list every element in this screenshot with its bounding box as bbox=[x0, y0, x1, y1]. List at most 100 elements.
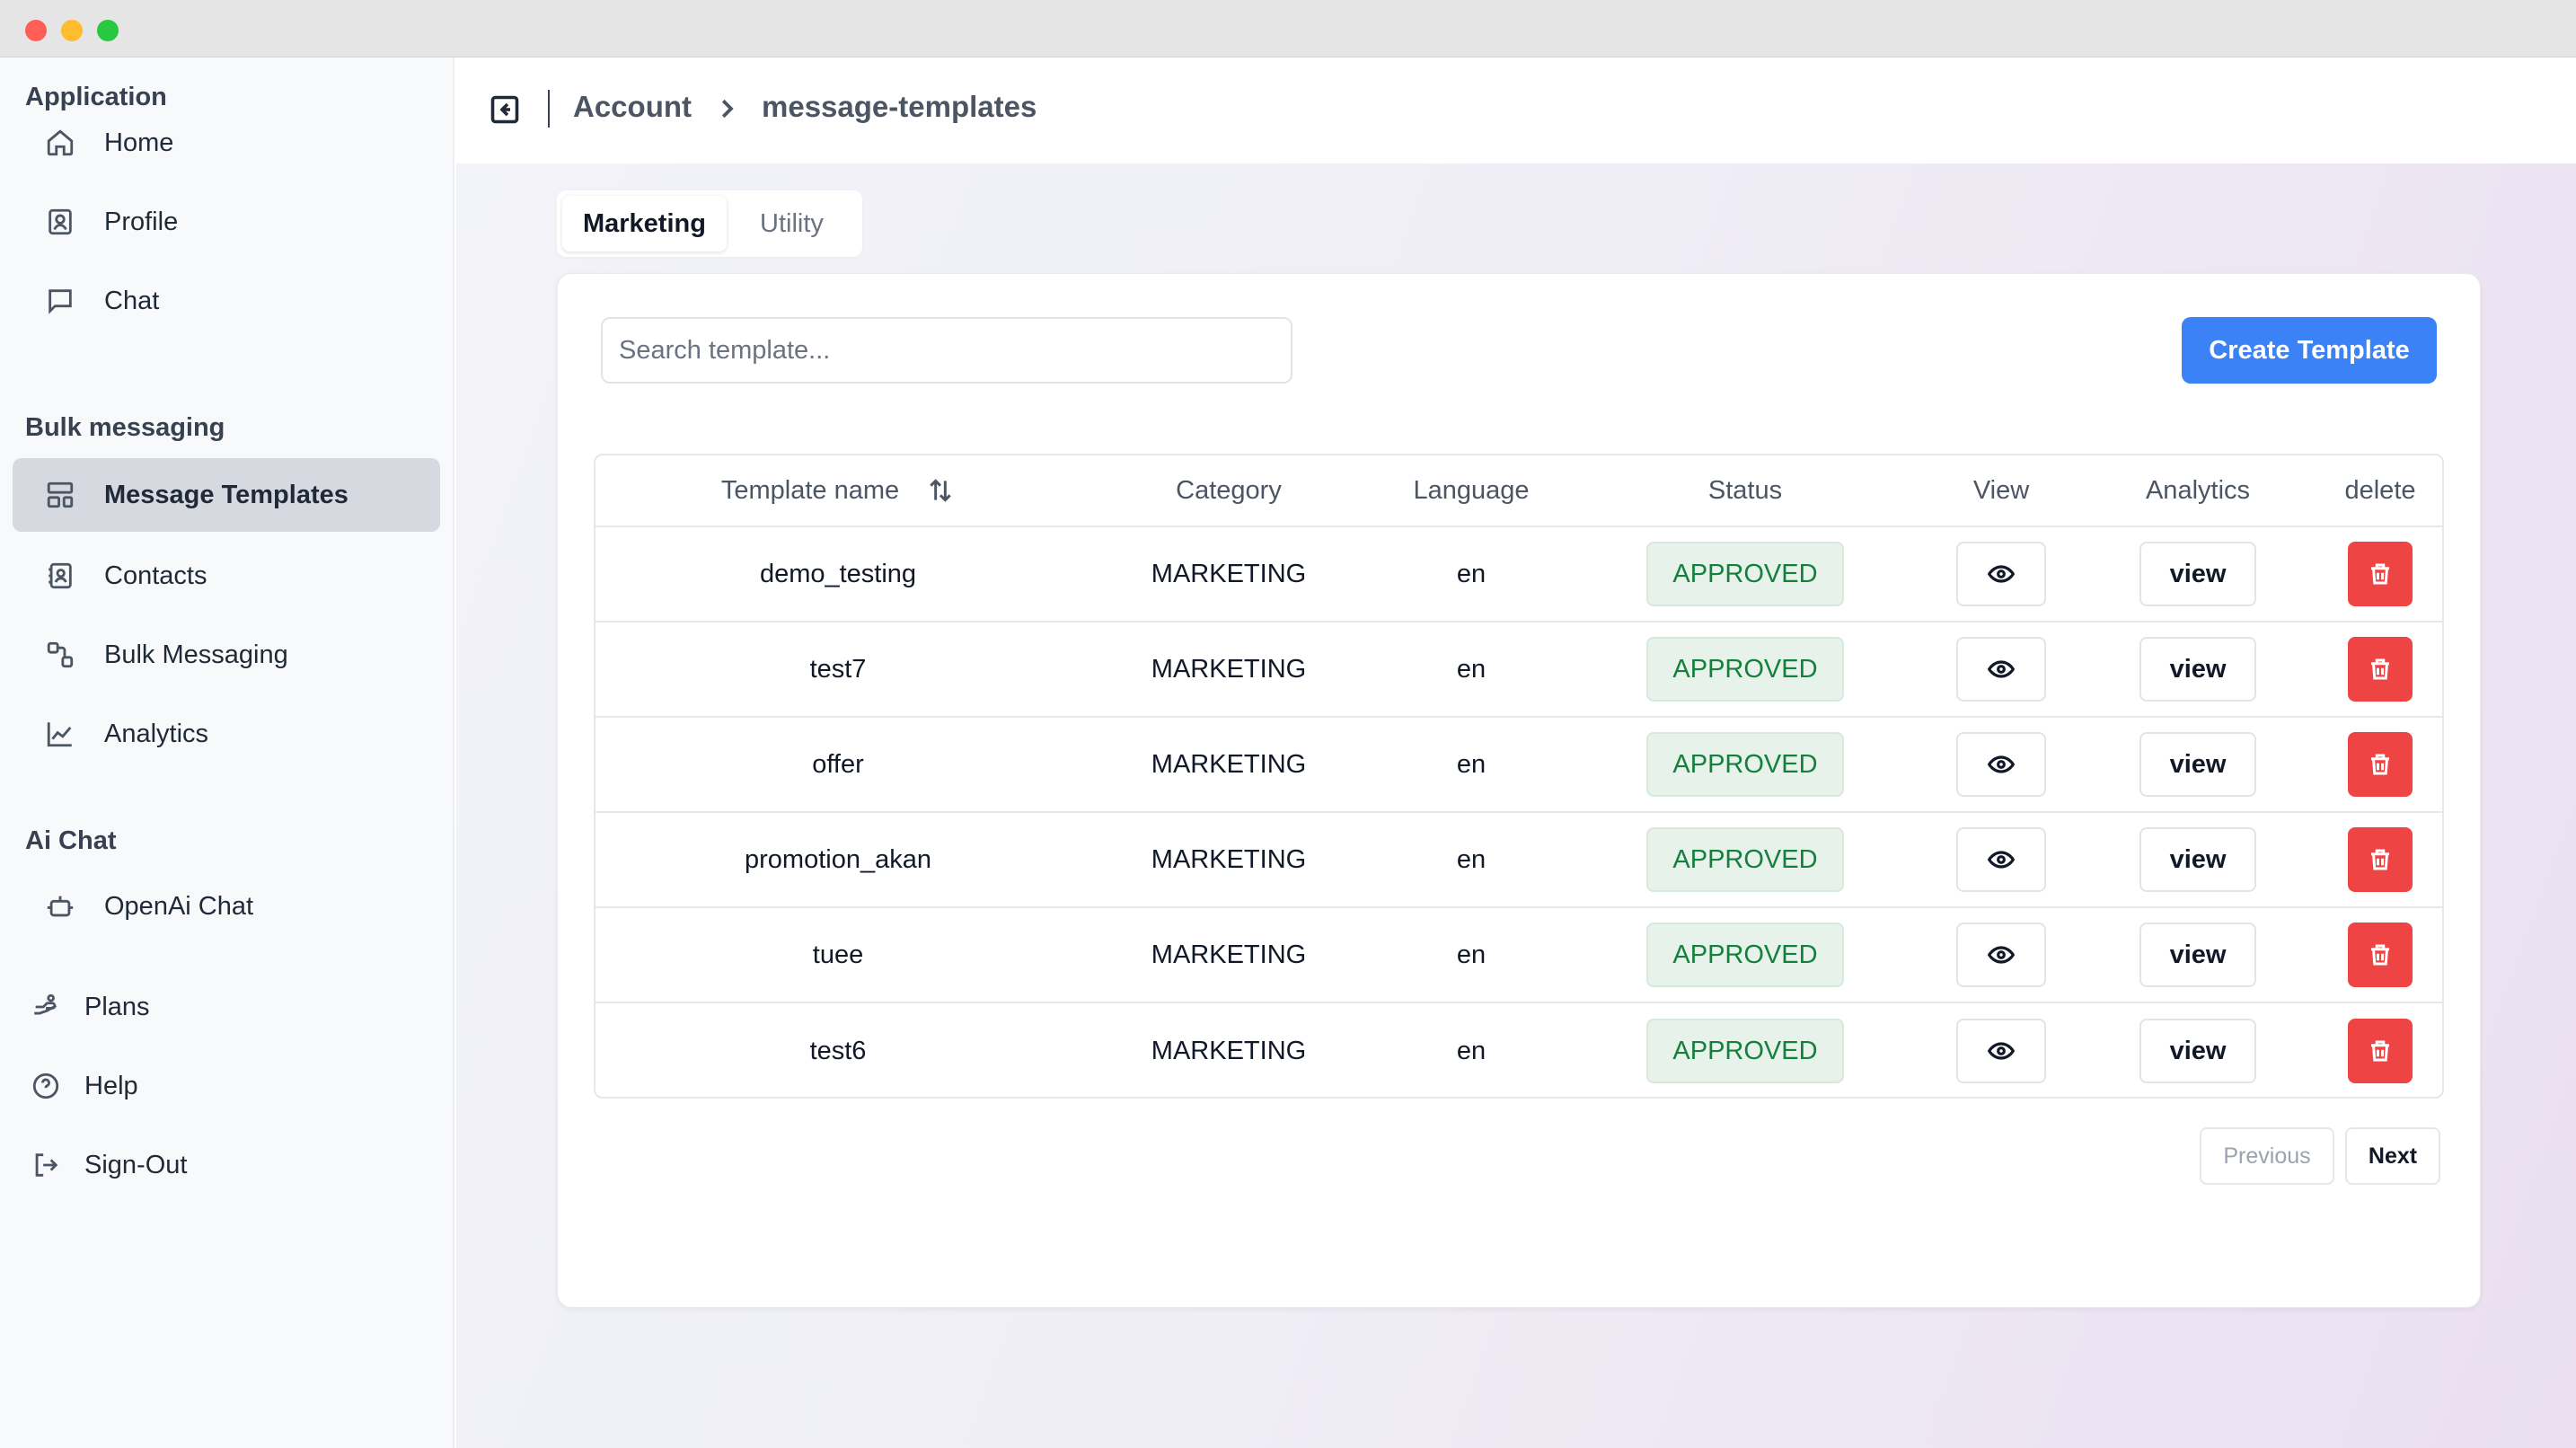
template-language: en bbox=[1456, 844, 1486, 874]
sidebar-item-label: Plans bbox=[84, 992, 150, 1021]
template-category: MARKETING bbox=[1151, 749, 1307, 779]
delete-button[interactable] bbox=[2348, 732, 2413, 797]
column-header-status: Status bbox=[1707, 475, 1783, 505]
profile-icon bbox=[45, 207, 75, 237]
preview-button[interactable] bbox=[1956, 827, 2046, 892]
preview-button[interactable] bbox=[1956, 1019, 2046, 1083]
column-header-label: Template name bbox=[720, 475, 900, 505]
template-language: en bbox=[1456, 654, 1486, 684]
delete-button[interactable] bbox=[2348, 923, 2413, 987]
chat-icon bbox=[45, 286, 75, 316]
sidebar-item-label: Profile bbox=[104, 207, 179, 236]
preview-button[interactable] bbox=[1956, 732, 2046, 797]
status-badge: APPROVED bbox=[1646, 637, 1844, 702]
sidebar-item-contacts[interactable]: Contacts bbox=[13, 539, 440, 613]
analytics-view-button[interactable]: view bbox=[2139, 827, 2256, 892]
breadcrumb-account[interactable]: Account bbox=[573, 90, 692, 124]
column-header-view: View bbox=[1972, 475, 2030, 505]
column-header-analytics: Analytics bbox=[2145, 475, 2251, 505]
sidebar: Application Home Profile Chat Bulk messa… bbox=[0, 57, 454, 1448]
table-row: tuee MARKETING en APPROVED view bbox=[595, 908, 2442, 1003]
pagination-next-button[interactable]: Next bbox=[2345, 1127, 2440, 1185]
template-name: test6 bbox=[809, 1036, 867, 1065]
sidebar-item-sign-out[interactable]: Sign-Out bbox=[13, 1128, 440, 1202]
table-row: test7 MARKETING en APPROVED view bbox=[595, 622, 2442, 718]
sidebar-item-label: Message Templates bbox=[104, 480, 348, 509]
sidebar-item-message-templates[interactable]: Message Templates bbox=[13, 458, 440, 532]
trash-icon bbox=[2371, 849, 2389, 870]
create-template-button[interactable]: Create Template bbox=[2182, 317, 2437, 384]
analytics-view-button[interactable]: view bbox=[2139, 732, 2256, 797]
sidebar-item-chat[interactable]: Chat bbox=[13, 264, 440, 338]
minimize-window-button[interactable] bbox=[61, 20, 83, 41]
table-header-row: Template name Category Language Status V… bbox=[595, 455, 2442, 527]
delete-button[interactable] bbox=[2348, 542, 2413, 606]
pagination-previous-button[interactable]: Previous bbox=[2200, 1127, 2334, 1185]
sidebar-item-label: Sign-Out bbox=[84, 1150, 188, 1179]
eye-icon bbox=[1987, 946, 2016, 964]
sidebar-item-home[interactable]: Home bbox=[13, 106, 440, 180]
template-name: demo_testing bbox=[759, 559, 917, 588]
page-header: Account message-templates bbox=[456, 57, 2576, 163]
preview-button[interactable] bbox=[1956, 923, 2046, 987]
header-divider bbox=[548, 90, 550, 128]
column-header-template-name[interactable]: Template name bbox=[595, 455, 1081, 525]
status-badge: APPROVED bbox=[1646, 732, 1844, 797]
delete-button[interactable] bbox=[2348, 637, 2413, 702]
sidebar-item-bulk-messaging[interactable]: Bulk Messaging bbox=[13, 618, 440, 692]
templates-table: Template name Category Language Status V… bbox=[594, 454, 2444, 1099]
window-titlebar bbox=[0, 0, 2576, 57]
help-icon bbox=[31, 1071, 61, 1101]
analytics-view-button[interactable]: view bbox=[2139, 637, 2256, 702]
trash-icon bbox=[2371, 754, 2389, 775]
template-category-tabs: Marketing Utility bbox=[557, 190, 862, 257]
close-window-button[interactable] bbox=[25, 20, 47, 41]
column-header-delete: delete bbox=[2344, 475, 2416, 505]
tab-utility[interactable]: Utility bbox=[727, 196, 857, 252]
trash-icon bbox=[2371, 563, 2389, 585]
status-badge: APPROVED bbox=[1646, 923, 1844, 987]
status-badge: APPROVED bbox=[1646, 827, 1844, 892]
delete-button[interactable] bbox=[2348, 1019, 2413, 1083]
trash-icon bbox=[2371, 1040, 2389, 1062]
eye-icon bbox=[1987, 660, 2016, 678]
preview-button[interactable] bbox=[1956, 542, 2046, 606]
table-row: test6 MARKETING en APPROVED view bbox=[595, 1003, 2442, 1097]
sidebar-item-label: OpenAi Chat bbox=[104, 891, 254, 921]
chevron-right-icon bbox=[713, 95, 740, 122]
trash-icon bbox=[2371, 944, 2389, 966]
main-content: Account message-templates Marketing Util… bbox=[456, 57, 2576, 1448]
template-name: tuee bbox=[812, 940, 864, 969]
template-language: en bbox=[1456, 559, 1486, 588]
sidebar-item-openai-chat[interactable]: OpenAi Chat bbox=[13, 870, 440, 943]
template-name: promotion_akan bbox=[745, 844, 931, 874]
sidebar-item-plans[interactable]: Plans bbox=[13, 970, 440, 1044]
sidebar-item-analytics[interactable]: Analytics bbox=[13, 697, 440, 771]
sidebar-item-help[interactable]: Help bbox=[13, 1049, 440, 1123]
tab-marketing[interactable]: Marketing bbox=[562, 196, 727, 252]
template-language: en bbox=[1456, 749, 1486, 779]
column-header-category: Category bbox=[1176, 475, 1282, 505]
analytics-view-button[interactable]: view bbox=[2139, 542, 2256, 606]
analytics-view-button[interactable]: view bbox=[2139, 923, 2256, 987]
analytics-icon bbox=[45, 719, 75, 749]
template-category: MARKETING bbox=[1151, 844, 1307, 874]
maximize-window-button[interactable] bbox=[97, 20, 119, 41]
eye-icon bbox=[1987, 565, 2016, 583]
collapse-sidebar-icon[interactable] bbox=[489, 93, 521, 126]
sort-icon[interactable] bbox=[926, 476, 955, 505]
sidebar-item-profile[interactable]: Profile bbox=[13, 185, 440, 259]
analytics-view-button[interactable]: view bbox=[2139, 1019, 2256, 1083]
preview-button[interactable] bbox=[1956, 637, 2046, 702]
sidebar-item-label: Bulk Messaging bbox=[104, 640, 288, 669]
templates-icon bbox=[45, 480, 75, 510]
status-badge: APPROVED bbox=[1646, 542, 1844, 606]
search-input[interactable] bbox=[601, 317, 1292, 384]
delete-button[interactable] bbox=[2348, 827, 2413, 892]
eye-icon bbox=[1987, 755, 2016, 773]
eye-icon bbox=[1987, 851, 2016, 869]
section-title-ai-chat: Ai Chat bbox=[25, 826, 117, 855]
template-language: en bbox=[1456, 1036, 1486, 1065]
sidebar-item-label: Chat bbox=[104, 286, 160, 315]
templates-card: Create Template Template name Category L… bbox=[557, 273, 2481, 1308]
